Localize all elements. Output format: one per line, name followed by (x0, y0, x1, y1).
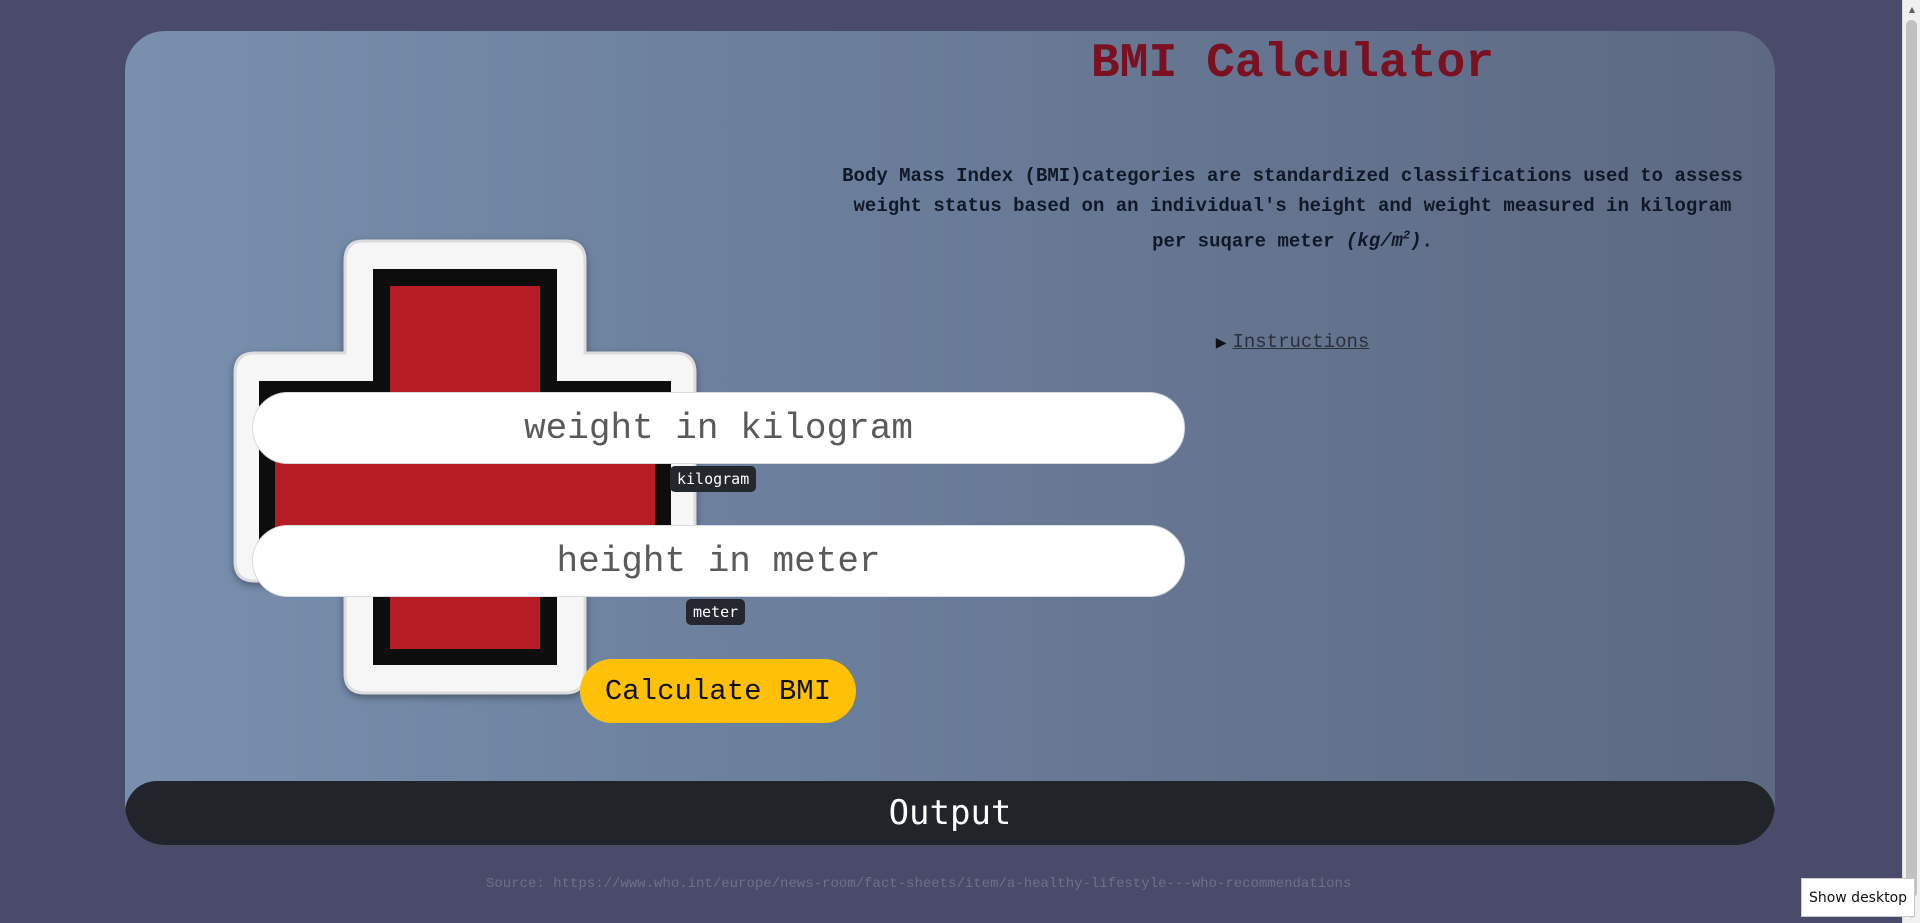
triangle-right-icon[interactable]: ▶ (1216, 335, 1227, 351)
vertical-scrollbar[interactable]: ▲ ▼ (1902, 0, 1920, 923)
height-input[interactable] (253, 526, 1184, 596)
instructions-disclosure[interactable]: ▶ Instructions (825, 331, 1760, 353)
height-field[interactable] (252, 525, 1185, 597)
weight-unit-badge: kilogram (670, 466, 757, 492)
bmi-description: Body Mass Index (BMI)categories are stan… (825, 161, 1760, 256)
page-title: BMI Calculator (1090, 37, 1495, 91)
page: BMI Calculator Body Mass Index (BMI)cate… (0, 0, 1920, 923)
calculate-bmi-button[interactable]: Calculate BMI (580, 659, 856, 723)
instructions-link[interactable]: Instructions (1232, 331, 1369, 353)
output-label: Output (888, 793, 1012, 833)
weight-field[interactable] (252, 392, 1185, 464)
unit-close: ) (1410, 230, 1422, 253)
description-text: Body Mass Index (BMI)categories are stan… (842, 165, 1743, 253)
scroll-up-icon[interactable]: ▲ (1903, 0, 1920, 18)
scroll-thumb[interactable] (1906, 20, 1917, 898)
show-desktop-tooltip: Show desktop (1801, 878, 1915, 917)
source-footer: Source: https://www.who.int/europe/news-… (486, 876, 1352, 892)
output-bar: Output (125, 781, 1775, 845)
description-unit: (kg/m2) (1345, 229, 1422, 253)
bmi-card: BMI Calculator Body Mass Index (BMI)cate… (125, 31, 1775, 845)
unit-text: (kg/m (1345, 230, 1403, 253)
description-end: . (1421, 230, 1433, 253)
weight-input[interactable] (253, 393, 1184, 463)
height-unit-badge: meter (686, 599, 746, 625)
